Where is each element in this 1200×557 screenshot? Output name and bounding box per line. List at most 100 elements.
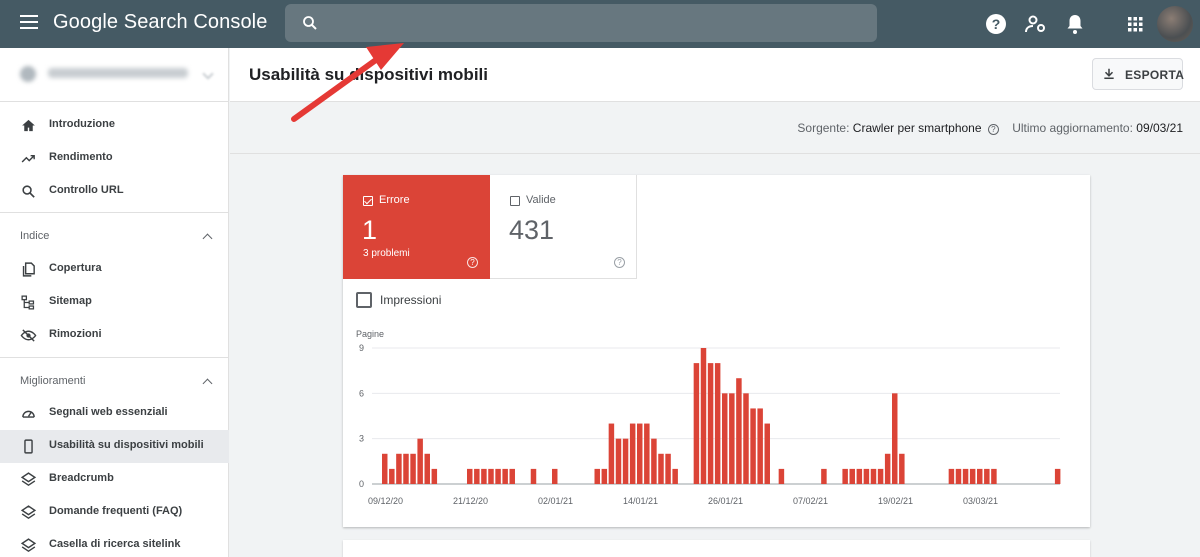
valid-tile[interactable]: Valide 431 ? [490,175,637,279]
chart-bar[interactable] [778,468,785,484]
help-icon[interactable]: ? [614,257,625,268]
chart-bar[interactable] [601,468,608,484]
sidebar-item-label: Usabilità su dispositivi mobili [49,439,204,451]
chart-bar[interactable] [417,438,423,484]
chart-bar[interactable] [615,438,622,484]
sidebar-item-controllo-url[interactable]: Controllo URL [0,175,229,208]
chart-bar[interactable] [481,468,487,484]
notifications-bell-icon[interactable] [1063,12,1087,36]
chart-bar[interactable] [658,453,664,484]
chart-bar[interactable] [757,408,763,484]
error-tile-label: Errore [379,194,410,206]
chart-bar[interactable] [870,468,877,484]
chart-bar[interactable] [467,468,473,484]
chevron-up-icon[interactable] [202,233,213,244]
sidebar-item-introduzione[interactable]: Introduzione [0,109,229,142]
chart-bar[interactable] [665,453,671,484]
chart-bar[interactable] [651,438,657,484]
help-icon[interactable]: ? [987,124,999,135]
chart-bar[interactable] [736,378,742,484]
help-icon[interactable]: ? [467,257,478,268]
sidebar-item-rendimento[interactable]: Rendimento [0,142,229,175]
chart-bar[interactable] [849,468,855,484]
chart-bar[interactable] [552,468,558,484]
section-title-indice[interactable]: Indice [20,230,49,242]
chart-bar[interactable] [389,468,395,484]
chart-bar[interactable] [644,423,650,484]
chart-bar[interactable] [743,393,749,484]
page-header: Usabilità su dispositivi mobili ESPORTA [230,48,1200,102]
chart-bar[interactable] [955,468,962,484]
help-icon[interactable]: ? [984,12,1008,36]
chart-bar[interactable] [672,468,678,484]
chart-bar[interactable] [948,468,955,484]
chart-bar[interactable] [722,393,728,484]
chart-bar[interactable] [382,453,388,484]
chart-bar[interactable] [403,453,409,484]
chart-bar[interactable] [863,468,870,484]
chart-bar[interactable] [502,468,508,484]
chart-bar[interactable] [899,453,905,484]
chart-bar[interactable] [729,393,735,484]
chart-bar[interactable] [977,468,983,484]
chart-bar[interactable] [892,393,898,484]
chart-bar[interactable] [764,423,770,484]
y-tick-label: 0 [359,479,364,489]
checkbox-unchecked-icon[interactable] [510,196,520,206]
chart-bar[interactable] [629,423,636,484]
chart-bar[interactable] [842,468,848,484]
search-input[interactable] [285,4,877,42]
sidebar-item-label: Domande frequenti (FAQ) [49,505,183,517]
chart-bar[interactable] [884,453,891,484]
sidebar-divider [0,212,229,213]
hamburger-menu-icon[interactable] [20,15,38,33]
sidebar-item-rimozioni[interactable]: Rimozioni [0,319,229,352]
chart-bar[interactable] [509,468,515,484]
chart-bar[interactable] [707,363,714,484]
impressions-label: Impressioni [380,293,442,307]
section-title-miglioramenti[interactable]: Miglioramenti [20,375,85,387]
sidebar-item-breadcrumb[interactable]: Breadcrumb [0,463,229,496]
sidebar-item-sitemap[interactable]: Sitemap [0,286,229,319]
chart-bar[interactable] [877,468,884,484]
chart-bar[interactable] [396,453,402,484]
sidebar-item-faq[interactable]: Domande frequenti (FAQ) [0,496,229,529]
chart-bar[interactable] [984,468,990,484]
chart-bar[interactable] [608,423,615,484]
sidebar-item-sitelink-searchbox[interactable]: Casella di ricerca sitelink [0,529,229,557]
chart-bar[interactable] [962,468,969,484]
chart-bar[interactable] [714,363,721,484]
chart-bar[interactable] [1054,468,1061,484]
chart-bar[interactable] [431,468,438,484]
account-avatar[interactable] [1157,6,1193,42]
sidebar-item-usabilita-mobile[interactable]: Usabilità su dispositivi mobili [0,430,229,463]
manage-users-icon[interactable] [1024,12,1048,36]
property-favicon [20,66,36,82]
export-button[interactable]: ESPORTA [1092,58,1184,90]
chart-bar[interactable] [693,363,700,484]
apps-grid-icon[interactable] [1123,12,1147,36]
chart-bar[interactable] [474,468,480,484]
sidebar-item-segnali-web[interactable]: Segnali web essenziali [0,397,229,430]
chart-bar[interactable] [622,438,629,484]
checkbox-checked-icon[interactable] [363,196,373,206]
chart-bar[interactable] [856,468,863,484]
chart-bar[interactable] [991,468,997,484]
property-selector[interactable] [0,48,229,102]
chart-bar[interactable] [424,453,430,484]
chart-bar[interactable] [594,468,600,484]
chart-bar[interactable] [410,453,416,484]
chart-bar[interactable] [750,408,756,484]
checkbox-unchecked-icon[interactable] [356,292,372,308]
chart-bar[interactable] [821,468,827,484]
chart-bar[interactable] [488,468,494,484]
chart-bar[interactable] [637,423,643,484]
app-logo[interactable]: Google Search Console [53,11,267,34]
error-tile[interactable]: Errore 1 3 problemi ? [343,175,490,279]
sidebar-item-copertura[interactable]: Copertura [0,253,229,286]
chart-bar[interactable] [700,348,707,484]
chart-bar[interactable] [969,468,976,484]
chevron-up-icon[interactable] [202,378,213,389]
chart-bar[interactable] [530,468,537,484]
chart-bar[interactable] [495,468,501,484]
